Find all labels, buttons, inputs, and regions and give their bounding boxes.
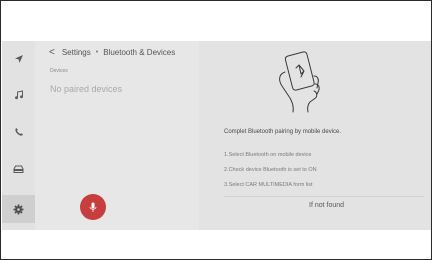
breadcrumb-settings[interactable]: Settings	[62, 48, 91, 57]
divider	[224, 196, 424, 197]
display-frame: < Settings • Bluetooth & Devices Devices…	[0, 0, 432, 260]
page-title: Bluetooth & Devices	[103, 47, 176, 57]
pairing-prompt: Complet Bluetooth pairing by mobile devi…	[224, 129, 342, 135]
microphone-icon	[89, 202, 97, 212]
if-not-found-button[interactable]: If not found	[309, 202, 344, 209]
settings-gear-icon[interactable]	[2, 195, 35, 223]
music-icon[interactable]	[2, 81, 35, 109]
pairing-step: 3.Select CAR MULTIMEDIA form list	[224, 182, 313, 188]
pairing-step: 2.Check device Bluetooth is set to ON	[224, 167, 317, 173]
car-icon[interactable]	[2, 155, 35, 183]
side-rail	[2, 41, 35, 230]
navigation-icon[interactable]	[2, 45, 35, 73]
phone-icon[interactable]	[2, 118, 35, 146]
pairing-panel: Complet Bluetooth pairing by mobile devi…	[199, 41, 431, 230]
back-button[interactable]: <	[49, 47, 55, 58]
breadcrumb-separator: •	[95, 48, 99, 56]
pairing-step: 1.Select Bluetooth on mobile device	[224, 152, 312, 158]
devices-section-label: Devices	[50, 68, 68, 74]
voice-button[interactable]	[80, 194, 106, 220]
phone-in-hand-bluetooth-icon	[270, 50, 332, 119]
devices-panel: < Settings • Bluetooth & Devices Devices…	[35, 41, 199, 230]
infotainment-screen: < Settings • Bluetooth & Devices Devices…	[2, 41, 431, 230]
empty-devices-message: No paired devices	[50, 84, 123, 94]
breadcrumb: < Settings • Bluetooth & Devices	[49, 45, 175, 59]
